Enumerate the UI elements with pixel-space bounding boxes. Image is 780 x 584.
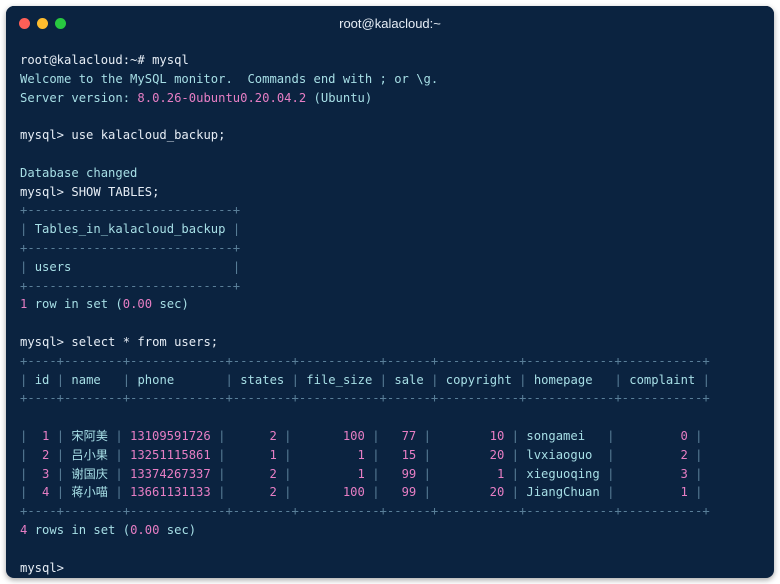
table-row: | 3 | 谢国庆 | 13374267337 | 2 | 1 | 99 | 1… <box>20 466 703 481</box>
table-cell: songamei <box>526 428 586 443</box>
table-cell: JiangChuan <box>526 485 600 500</box>
table-cell: 吕小果 <box>71 447 108 462</box>
shell-command-line: root@kalacloud:~# mysql <box>20 53 189 67</box>
users-result-summary: 4 rows in set (0.00 sec) <box>20 522 197 537</box>
table-header-row: | Tables_in_kalacloud_backup | <box>20 222 241 237</box>
database-changed-line: Database changed <box>20 165 138 180</box>
column-header: homepage <box>533 372 593 387</box>
column-header: name <box>71 372 101 387</box>
table-row: | 1 | 宋阿美 | 13109591726 | 2 | 100 | 77 |… <box>20 428 703 443</box>
table-cell: 1 <box>269 447 277 462</box>
table-cell: 1 <box>42 428 50 443</box>
table-cell: 1 <box>357 466 365 481</box>
tables-result-summary: 1 row in set (0.00 sec) <box>20 297 189 312</box>
table-cell: lvxiaoguo <box>526 447 593 462</box>
terminal-window: root@kalacloud:~ root@kalacloud:~# mysql… <box>6 6 774 578</box>
table-cell: 2 <box>42 447 50 462</box>
select-command-line: mysql> select * from users; <box>20 334 219 349</box>
table-cell: 100 <box>342 485 365 500</box>
show-tables-command-line: mysql> SHOW TABLES; <box>20 184 160 199</box>
table-cell: 77 <box>401 428 417 443</box>
column-header: complaint <box>629 372 696 387</box>
table-cell: 99 <box>401 466 417 481</box>
table-cell: 1 <box>357 447 365 462</box>
column-header: Tables_in_kalacloud_backup <box>34 222 226 237</box>
table-cell: 10 <box>489 428 505 443</box>
column-header: states <box>240 372 285 387</box>
server-version: 8.0.26-0ubuntu0.20.04.2 <box>137 90 307 105</box>
server-version-line: Server version: 8.0.26-0ubuntu0.20.04.2 … <box>20 90 373 105</box>
table-row: | users | <box>20 259 241 274</box>
table-cell: 2 <box>269 485 277 500</box>
current-prompt-line[interactable]: mysql> <box>20 559 710 578</box>
column-header: id <box>34 372 50 387</box>
table-cell: 1 <box>680 485 688 500</box>
column-header: sale <box>394 372 424 387</box>
table-cell: 13109591726 <box>130 428 211 443</box>
table-cell: 20 <box>489 485 505 500</box>
table-cell: 13251115861 <box>130 447 211 462</box>
table-border: +----+--------+-------------+--------+--… <box>20 353 710 368</box>
table-cell: 2 <box>269 466 277 481</box>
table-cell: users <box>34 259 72 274</box>
table-cell: 99 <box>401 485 417 500</box>
table-header-row: | id | name | phone | states | file_size… <box>20 372 710 387</box>
table-border: +----------------------------+ <box>20 203 241 218</box>
welcome-line: Welcome to the MySQL monitor. Commands e… <box>20 71 439 86</box>
column-header: copyright <box>445 372 512 387</box>
table-cell: 13374267337 <box>130 466 211 481</box>
table-cell: 4 <box>42 485 50 500</box>
use-command-line: mysql> use kalacloud_backup; <box>20 128 226 143</box>
table-cell: 100 <box>342 428 365 443</box>
tables-result-table: +----------------------------+ | Tables_i… <box>20 201 710 295</box>
table-cell: 谢国庆 <box>71 466 108 481</box>
column-header: file_size <box>306 372 373 387</box>
table-cell: xieguoqing <box>526 466 600 481</box>
table-cell: 20 <box>489 447 505 462</box>
table-cell: 3 <box>42 466 50 481</box>
table-row: | 2 | 吕小果 | 13251115861 | 1 | 1 | 15 | 2… <box>20 447 703 462</box>
table-cell: 3 <box>680 466 688 481</box>
table-cell: 13661131133 <box>130 485 211 500</box>
table-row: | 4 | 蒋小喵 | 13661131133 | 2 | 100 | 99 |… <box>20 485 703 500</box>
table-cell: 宋阿美 <box>71 428 108 443</box>
title-bar: root@kalacloud:~ <box>6 6 774 42</box>
table-border: +----+--------+-------------+--------+--… <box>20 504 710 519</box>
terminal-output[interactable]: root@kalacloud:~# mysql Welcome to the My… <box>20 51 710 577</box>
table-cell: 0 <box>680 428 688 443</box>
users-result-table: +----+--------+-------------+--------+--… <box>20 352 710 521</box>
table-cell: 1 <box>496 466 505 481</box>
column-header: phone <box>137 372 175 387</box>
table-cell: 2 <box>680 447 688 462</box>
table-border: +----------------------------+ <box>20 278 241 293</box>
table-border: +----------------------------+ <box>20 240 241 255</box>
table-cell: 2 <box>269 428 277 443</box>
table-border: +----+--------+-------------+--------+--… <box>20 391 710 406</box>
table-cell: 蒋小喵 <box>71 485 108 500</box>
window-title: root@kalacloud:~ <box>339 16 441 31</box>
table-cell: 15 <box>401 447 417 462</box>
